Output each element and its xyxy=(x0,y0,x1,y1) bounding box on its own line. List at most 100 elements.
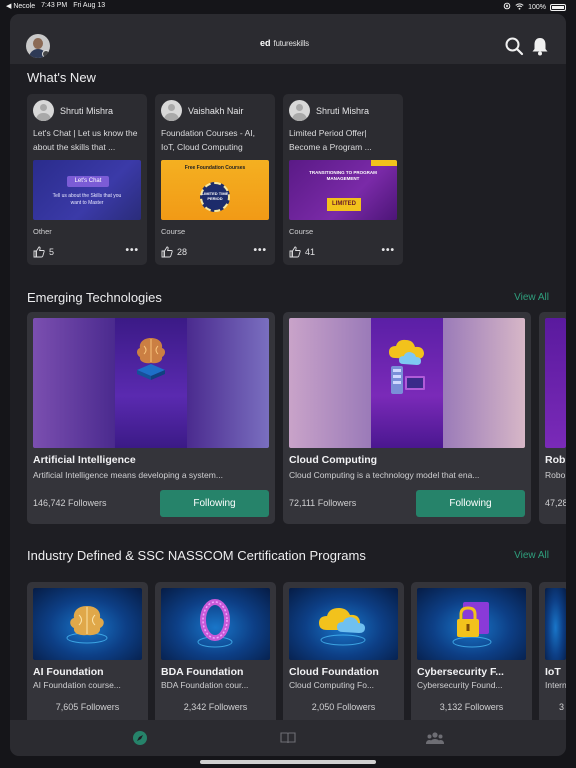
whats-new-card[interactable]: Shruti Mishra Limited Period Offer| Beco… xyxy=(283,94,403,265)
post-text: Limited Period Offer| Become a Program .… xyxy=(289,128,372,152)
status-date: Fri Aug 13 xyxy=(73,2,106,9)
followers-count: 72,111 Followers xyxy=(289,498,357,508)
program-description: BDA Foundation cour... xyxy=(161,680,249,690)
topic-description: Artificial Intelligence means developing… xyxy=(33,470,223,480)
topic-title: Cloud Computing xyxy=(289,454,378,466)
image-title: Let's Chat xyxy=(67,176,109,187)
thumbs-up-icon xyxy=(161,246,173,258)
post-category: Course xyxy=(289,227,314,236)
logo-text: futureskills xyxy=(273,38,310,48)
community-icon[interactable] xyxy=(426,730,444,746)
book-icon[interactable] xyxy=(280,730,296,746)
program-title: Cloud Foundation xyxy=(289,666,379,678)
topic-description: Cloud Computing is a technology model th… xyxy=(289,470,480,480)
image-title: Free Foundation Courses xyxy=(184,165,246,171)
following-button[interactable]: Following xyxy=(416,490,525,517)
program-card[interactable]: Cybersecurity F... Cybersecurity Found..… xyxy=(411,582,532,720)
program-title: BDA Foundation xyxy=(161,666,244,678)
program-image xyxy=(545,588,566,660)
post-image: TRANSITIONING TO PROGRAM MANAGEMENT LIMI… xyxy=(289,160,397,220)
post-author: Vaishakh Nair xyxy=(161,100,243,121)
author-name: Shruti Mishra xyxy=(316,105,370,116)
search-icon[interactable] xyxy=(504,36,524,56)
like-button[interactable]: 41 xyxy=(289,246,315,258)
wifi-icon xyxy=(515,2,524,12)
certifications-title: Industry Defined & SSC NASSCOM Certifica… xyxy=(27,548,366,563)
following-button[interactable]: Following xyxy=(160,490,269,517)
program-image xyxy=(289,588,398,660)
whats-new-title: What's New xyxy=(27,70,96,85)
program-description: Cloud Computing Fo... xyxy=(289,680,375,690)
cloud-icon xyxy=(319,608,366,646)
program-description: Intern xyxy=(545,680,566,690)
certifications-view-all-link[interactable]: View All xyxy=(514,550,549,561)
app-window: ed futureskills What's New Shruti Mishra… xyxy=(10,14,566,756)
topic-title: Rob xyxy=(545,454,566,466)
like-count: 28 xyxy=(177,247,188,257)
back-to-app-link[interactable]: ◀ Necole xyxy=(6,2,35,10)
emerging-tech-title: Emerging Technologies xyxy=(27,290,162,305)
post-text: Foundation Courses - AI, IoT, Cloud Comp… xyxy=(161,128,256,152)
brain-chip-icon xyxy=(137,338,165,380)
whats-new-card[interactable]: Shruti Mishra Let's Chat | Let us know t… xyxy=(27,94,147,265)
thumbs-up-icon xyxy=(33,246,45,258)
topic-card[interactable]: Artificial Intelligence Artificial Intel… xyxy=(27,312,275,524)
status-bar: ◀ Necole 7:43 PM Fri Aug 13 100% xyxy=(0,0,576,13)
program-title: AI Foundation xyxy=(33,666,104,678)
home-feed[interactable]: What's New Shruti Mishra Let's Chat | Le… xyxy=(10,64,566,720)
thumbs-up-icon xyxy=(289,246,301,258)
home-indicator[interactable] xyxy=(200,760,376,764)
like-button[interactable]: 5 xyxy=(33,246,54,258)
image-title: TRANSITIONING TO PROGRAM MANAGEMENT xyxy=(309,170,377,181)
whats-new-card[interactable]: Vaishakh Nair Foundation Courses - AI, I… xyxy=(155,94,275,265)
program-card[interactable]: Cloud Foundation Cloud Computing Fo... 2… xyxy=(283,582,404,720)
post-category: Course xyxy=(161,227,186,236)
top-header: ed futureskills xyxy=(10,14,566,64)
bell-icon[interactable] xyxy=(530,36,550,56)
status-time: 7:43 PM xyxy=(41,2,68,9)
image-text: LIMITED xyxy=(327,198,361,211)
post-author: Shruti Mishra xyxy=(33,100,113,121)
program-title: IoT xyxy=(545,666,561,678)
followers-count: 7,605 Followers xyxy=(55,702,120,712)
post-category: Other xyxy=(33,227,52,236)
author-name: Vaishakh Nair xyxy=(188,105,244,116)
brain-icon xyxy=(66,606,108,644)
followers-count: 3,132 Followers xyxy=(439,702,504,712)
image-text: Tell us about the Skills that you want t… xyxy=(52,193,122,206)
program-image xyxy=(33,588,142,660)
author-name: Shruti Mishra xyxy=(60,105,114,116)
topic-card[interactable]: Rob Robo 47,28 xyxy=(539,312,566,524)
compass-icon[interactable] xyxy=(132,730,148,746)
rotation-lock-icon xyxy=(503,2,511,12)
profile-avatar[interactable] xyxy=(26,34,50,58)
program-card[interactable]: BDA Foundation BDA Foundation cour... 2,… xyxy=(155,582,276,720)
post-image: Free Foundation Courses LIMITED TIME PER… xyxy=(161,160,269,220)
more-options-icon[interactable]: ••• xyxy=(125,245,139,256)
author-avatar xyxy=(289,100,310,121)
followers-count: 2,050 Followers xyxy=(311,702,376,712)
like-button[interactable]: 28 xyxy=(161,246,187,258)
program-card[interactable]: AI Foundation AI Foundation course... 7,… xyxy=(27,582,148,720)
program-image xyxy=(161,588,270,660)
post-image: Let's Chat Tell us about the Skills that… xyxy=(33,160,141,220)
cloud-servers-icon xyxy=(389,339,425,394)
topic-card[interactable]: Cloud Computing Cloud Computing is a tec… xyxy=(283,312,531,524)
battery-percent: 100% xyxy=(528,3,546,11)
like-count: 41 xyxy=(305,247,316,257)
topic-image xyxy=(33,318,269,448)
emerging-view-all-link[interactable]: View All xyxy=(514,292,549,303)
author-avatar xyxy=(161,100,182,121)
program-description: AI Foundation course... xyxy=(33,680,121,690)
bottom-tab-bar xyxy=(10,720,566,756)
topic-description: Robo xyxy=(545,470,566,480)
app-logo: ed futureskills xyxy=(260,38,309,48)
post-text: Let's Chat | Let us know the about the s… xyxy=(33,128,138,152)
more-options-icon[interactable]: ••• xyxy=(381,245,395,256)
program-card[interactable]: IoT Intern 3 xyxy=(539,582,566,720)
more-options-icon[interactable]: ••• xyxy=(253,245,267,256)
followers-count: 3 xyxy=(558,702,564,712)
security-lock-icon xyxy=(452,602,492,648)
battery-icon xyxy=(550,3,566,11)
post-author: Shruti Mishra xyxy=(289,100,369,121)
